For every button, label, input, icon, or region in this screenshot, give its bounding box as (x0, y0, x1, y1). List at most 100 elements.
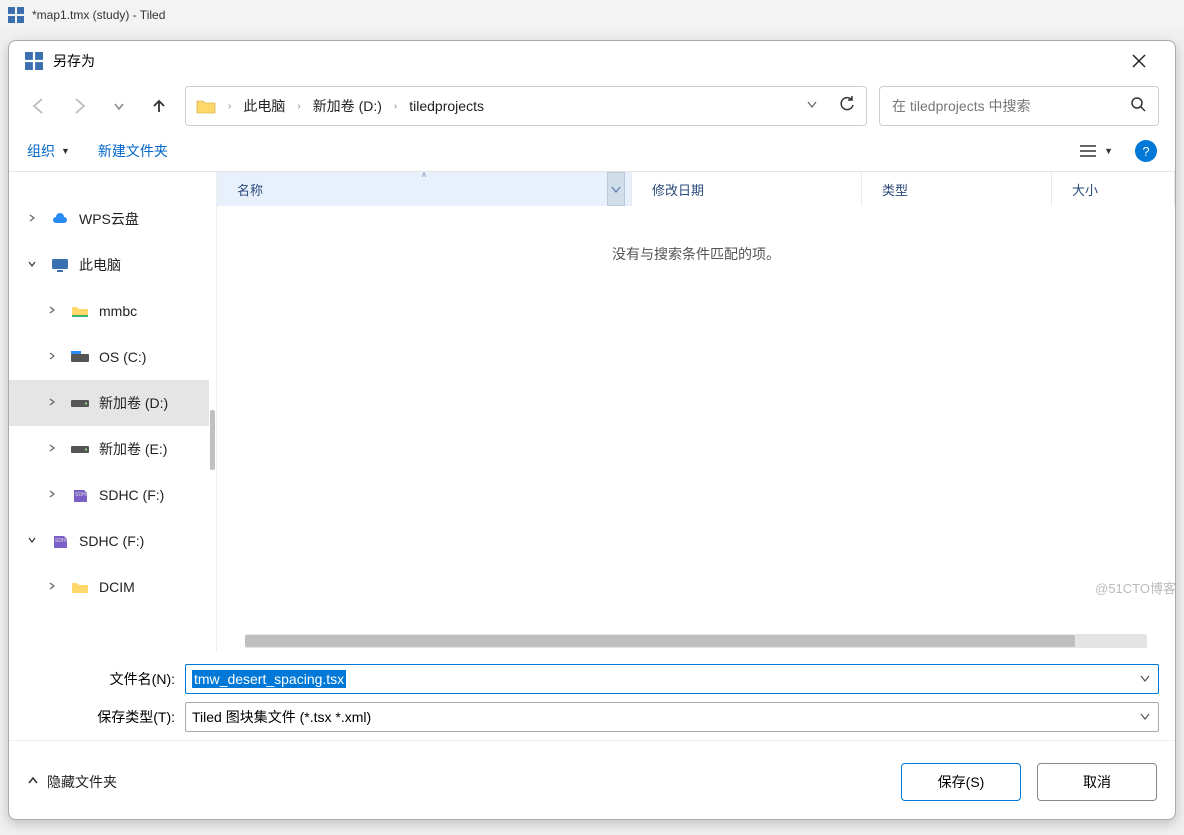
search-placeholder: 在 tiledprojects 中搜索 (892, 96, 1130, 116)
breadcrumb-item[interactable]: tiledprojects (409, 98, 484, 114)
content-area: WPS云盘此电脑mmbcOS (C:)新加卷 (D:)新加卷 (E:)SDHCS… (9, 171, 1175, 652)
sdhc-icon: SDHC (51, 532, 69, 550)
sidebar-scrollbar[interactable] (209, 172, 217, 652)
help-button[interactable]: ? (1135, 140, 1157, 162)
chevron-icon (47, 489, 61, 502)
chevron-right-icon: › (228, 101, 231, 112)
column-filter-button[interactable] (607, 172, 625, 206)
svg-text:SDHC: SDHC (75, 492, 88, 498)
sidebar-item-label: SDHC (F:) (99, 487, 164, 503)
app-titlebar: *map1.tmx (study) - Tiled (0, 0, 1184, 30)
sidebar-item[interactable]: 新加卷 (E:) (9, 426, 209, 472)
save-button[interactable]: 保存(S) (901, 763, 1021, 801)
search-icon (1130, 96, 1146, 117)
chevron-right-icon: › (297, 101, 300, 112)
cancel-button[interactable]: 取消 (1037, 763, 1157, 801)
sidebar-item-label: 新加卷 (E:) (99, 439, 167, 459)
app-title: *map1.tmx (study) - Tiled (32, 8, 165, 22)
refresh-button[interactable] (838, 95, 856, 118)
tiled-app-icon (25, 52, 43, 70)
cloud-icon (51, 210, 69, 228)
filetype-select[interactable]: Tiled 图块集文件 (*.tsx *.xml) (185, 702, 1159, 732)
dialog-title: 另存为 (53, 51, 1119, 71)
column-headers: ˄ 名称 修改日期 类型 大小 (217, 172, 1175, 206)
toolbar: 组织 ▼ 新建文件夹 ▼ ? (9, 131, 1175, 171)
address-bar[interactable]: › 此电脑 › 新加卷 (D:) › tiledprojects (185, 86, 867, 126)
nav-back-button[interactable] (25, 92, 53, 120)
address-dropdown-button[interactable] (806, 97, 818, 115)
filename-input[interactable]: tmw_desert_spacing.tsx (185, 664, 1159, 694)
folder-icon (196, 98, 216, 114)
svg-text:SDHC: SDHC (55, 538, 68, 544)
file-list-pane: ˄ 名称 修改日期 类型 大小 没有与搜索条件匹配的项。 (217, 172, 1175, 652)
column-modified[interactable]: 修改日期 (632, 172, 862, 206)
dropdown-arrow-icon: ▼ (61, 146, 70, 156)
hide-folders-label: 隐藏文件夹 (47, 772, 117, 792)
chevron-up-icon (27, 774, 39, 790)
dropdown-arrow-icon[interactable] (1140, 711, 1150, 724)
sidebar-item[interactable]: WPS云盘 (9, 196, 209, 242)
watermark: @51CTO博客 (1095, 578, 1176, 597)
column-size[interactable]: 大小 (1052, 172, 1175, 206)
filetype-label: 保存类型(T): (25, 707, 185, 727)
organize-label: 组织 (27, 141, 55, 161)
filename-label: 文件名(N): (25, 669, 185, 689)
drive-icon (71, 394, 89, 412)
breadcrumb: 此电脑 › 新加卷 (D:) › tiledprojects (243, 96, 794, 116)
close-button[interactable] (1119, 46, 1159, 76)
dialog-titlebar: 另存为 (9, 41, 1175, 81)
sidebar-item-label: DCIM (99, 579, 135, 595)
horizontal-scrollbar[interactable] (245, 634, 1147, 648)
sidebar-item[interactable]: OS (C:) (9, 334, 209, 380)
sidebar-item-label: 此电脑 (79, 255, 121, 275)
folder-green-icon (71, 302, 89, 320)
navigation-row: › 此电脑 › 新加卷 (D:) › tiledprojects 在 tiled… (9, 81, 1175, 131)
sidebar-item-label: 新加卷 (D:) (99, 393, 168, 413)
nav-recent-button[interactable] (105, 92, 133, 120)
organize-button[interactable]: 组织 ▼ (27, 141, 70, 161)
chevron-icon (47, 305, 61, 318)
empty-message: 没有与搜索条件匹配的项。 (217, 206, 1175, 302)
nav-up-button[interactable] (145, 92, 173, 120)
chevron-icon (47, 443, 61, 456)
chevron-icon (47, 397, 61, 410)
sidebar-item[interactable]: SDHC SDHC (F:) (9, 472, 209, 518)
filetype-value: Tiled 图块集文件 (*.tsx *.xml) (192, 707, 371, 727)
breadcrumb-item[interactable]: 新加卷 (D:) (313, 96, 382, 116)
sidebar-item[interactable]: 此电脑 (9, 242, 209, 288)
column-name-label: 名称 (237, 180, 263, 199)
sidebar-item-label: SDHC (F:) (79, 533, 144, 549)
nav-forward-button[interactable] (65, 92, 93, 120)
new-folder-button[interactable]: 新建文件夹 (98, 141, 168, 161)
save-as-dialog: 另存为 › 此电脑 › 新加卷 (D:) › t (8, 40, 1176, 820)
save-form: 文件名(N): tmw_desert_spacing.tsx 保存类型(T): … (9, 652, 1175, 740)
hide-folders-button[interactable]: 隐藏文件夹 (27, 772, 117, 792)
folder-tree: WPS云盘此电脑mmbcOS (C:)新加卷 (D:)新加卷 (E:)SDHCS… (9, 172, 209, 652)
column-type[interactable]: 类型 (862, 172, 1052, 206)
view-options-button[interactable]: ▼ (1080, 144, 1113, 158)
sidebar-item-label: mmbc (99, 303, 137, 319)
chevron-right-icon: › (394, 101, 397, 112)
sidebar-item[interactable]: DCIM (9, 564, 209, 610)
column-name[interactable]: ˄ 名称 (217, 172, 632, 206)
drive-icon (71, 440, 89, 458)
dropdown-arrow-icon[interactable] (1140, 673, 1150, 686)
drive-os-icon (71, 348, 89, 366)
chevron-icon (47, 581, 61, 594)
sidebar-item[interactable]: mmbc (9, 288, 209, 334)
pc-icon (51, 256, 69, 274)
sidebar-item-label: OS (C:) (99, 349, 146, 365)
breadcrumb-item[interactable]: 此电脑 (243, 96, 285, 116)
sdhc-icon: SDHC (71, 486, 89, 504)
dialog-footer: 隐藏文件夹 保存(S) 取消 (9, 740, 1175, 819)
folder-icon (71, 578, 89, 596)
sidebar-item-label: WPS云盘 (79, 209, 139, 229)
tiled-app-icon (8, 7, 24, 23)
chevron-icon (27, 535, 41, 548)
search-input[interactable]: 在 tiledprojects 中搜索 (879, 86, 1159, 126)
sort-ascending-icon: ˄ (421, 171, 426, 180)
chevron-icon (47, 351, 61, 364)
sidebar-item[interactable]: 新加卷 (D:) (9, 380, 209, 426)
sidebar-item[interactable]: SDHC SDHC (F:) (9, 518, 209, 564)
chevron-icon (27, 213, 41, 226)
